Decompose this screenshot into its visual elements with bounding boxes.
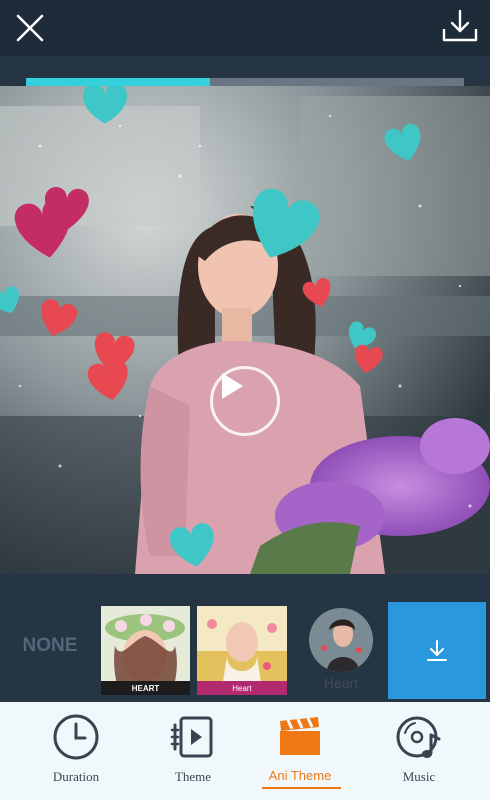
tab-music[interactable]: Music [378, 702, 460, 800]
theme-thumbnail-label: Heart [323, 675, 359, 691]
close-icon [16, 14, 44, 42]
tab-duration[interactable]: Duration [35, 702, 117, 800]
play-icon [222, 373, 243, 399]
music-disc-icon [396, 716, 441, 758]
theme-thumbnail-label: HEART [101, 681, 190, 695]
video-preview[interactable] [0, 86, 490, 574]
theme-thumbnail-label: Heart [197, 681, 287, 695]
preview-image [0, 86, 490, 574]
tab-label: Ani Theme [268, 768, 332, 783]
clapperboard-icon [280, 717, 320, 755]
tab-ani-theme[interactable]: Ani Theme [255, 702, 345, 800]
top-bar [0, 0, 490, 56]
theme-none-option[interactable]: NONE [12, 624, 88, 668]
save-download-button[interactable] [438, 4, 482, 48]
theme-icon [170, 716, 213, 758]
active-tab-indicator [262, 787, 341, 789]
theme-selector-strip: NONE HEART Heart Heart [0, 590, 490, 702]
theme-thumbnail-heart-3[interactable] [309, 608, 373, 672]
play-button[interactable] [210, 366, 280, 436]
theme-thumbnail-image [309, 608, 373, 672]
bottom-tab-bar: Duration Theme Ani Theme Music [0, 702, 490, 800]
tab-theme[interactable]: Theme [152, 702, 234, 800]
download-icon [442, 9, 478, 42]
tab-label: Duration [52, 769, 100, 784]
clock-icon [53, 714, 99, 760]
tab-label: Theme [174, 769, 212, 784]
tab-label: Music [402, 769, 436, 784]
download-more-themes-button[interactable] [388, 602, 486, 699]
theme-thumbnail-heart-2[interactable]: Heart [197, 606, 287, 695]
theme-thumbnail-heart-1[interactable]: HEART [101, 606, 190, 695]
close-button[interactable] [8, 6, 52, 50]
download-arrow-icon [427, 639, 447, 661]
